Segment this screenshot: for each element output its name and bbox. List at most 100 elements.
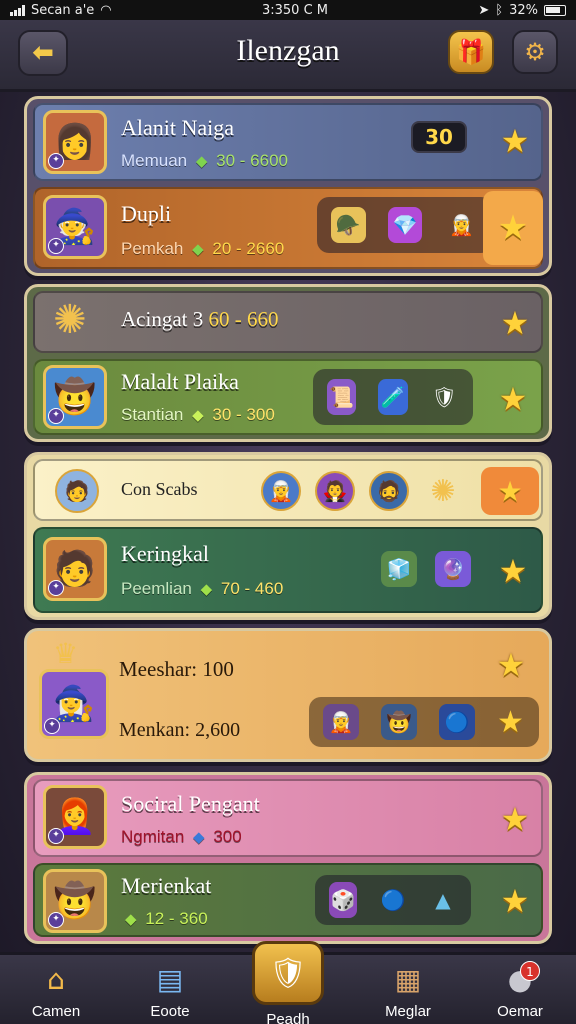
row-sub-range: 70 - 460 bbox=[220, 579, 284, 598]
wifi-icon: ◠ bbox=[100, 2, 112, 18]
box-item-icon[interactable]: 🎲 bbox=[329, 882, 357, 918]
row-title: Sociral Pengant bbox=[121, 791, 260, 816]
class-badge-icon: ✦ bbox=[44, 718, 60, 734]
quest-row[interactable]: 🧙 ✦ Dupli Pemkah ◆ 20 - 2660 🪖 💎 🧝 ★ bbox=[33, 187, 543, 269]
nav-item-meglar[interactable]: ▦ Meglar bbox=[358, 961, 458, 1021]
quest-row[interactable]: 🤠 ✦ Malalt Plaika Stantian ◆ 30 - 300 📜 🧪… bbox=[33, 359, 543, 435]
star-icon[interactable]: ★ bbox=[495, 799, 535, 839]
row-sub-range: 30 - 6600 bbox=[216, 151, 288, 170]
star-button[interactable]: ★ bbox=[481, 467, 539, 515]
cube-item-icon[interactable]: 🧊 bbox=[381, 551, 417, 587]
nav-label: Peadh bbox=[266, 1011, 310, 1024]
figure-item-icon[interactable]: 🧝 bbox=[444, 207, 479, 243]
class-badge-icon: ✦ bbox=[48, 580, 64, 596]
gem-icon: ◆ bbox=[125, 911, 137, 928]
shield-icon: 🛡 bbox=[252, 941, 324, 1005]
count-badge: 30 bbox=[411, 121, 467, 153]
quest-card-1: 👩 ✦ Alanit Naiga Memuan ◆ 30 - 6600 30 ★ … bbox=[24, 96, 552, 276]
row-sub-range: 20 - 2660 bbox=[212, 239, 285, 258]
class-badge-icon: ✦ bbox=[48, 408, 64, 424]
nav-item-camen[interactable]: ⌂ Camen bbox=[6, 961, 106, 1021]
hero-item-icon[interactable]: 🧝 bbox=[323, 704, 359, 740]
row-sub-label: Peemlian bbox=[121, 579, 192, 598]
star-icon[interactable]: ★ bbox=[493, 379, 533, 419]
row-sub: Ngmitan ◆ 300 bbox=[121, 827, 242, 847]
row-sub-range: 300 bbox=[213, 827, 242, 846]
row-sub: Stantian ◆ 30 - 300 bbox=[121, 405, 275, 425]
nav-item-oemar[interactable]: ● 1 Oemar bbox=[470, 961, 570, 1020]
nav-label: Oemar bbox=[497, 1003, 543, 1020]
quest-card-3: 🧑 Con Scabs 🧝 🧛 🧔 ✺ ★ 🧑 ✦ Keringkal Peeml… bbox=[24, 452, 552, 620]
star-icon[interactable]: ★ bbox=[493, 551, 533, 591]
scroll-item-icon[interactable]: 📜 bbox=[327, 379, 357, 415]
triangle-item-icon[interactable]: ▲ bbox=[429, 882, 457, 918]
header: ⬅ Ilenzgan 🎁 ⚙ bbox=[0, 20, 576, 92]
notification-badge: 1 bbox=[520, 961, 540, 981]
card-icon: ▤ bbox=[156, 962, 184, 996]
row-title: Alanit Naiga bbox=[121, 115, 235, 140]
orb-item-icon[interactable]: 🔵 bbox=[439, 704, 475, 740]
quest-row[interactable]: 👩 ✦ Alanit Naiga Memuan ◆ 30 - 6600 30 ★ bbox=[33, 103, 543, 181]
orb-item-icon[interactable]: 🔵 bbox=[379, 882, 407, 918]
quest-card-5: 👩‍🦰 ✦ Sociral Pengant Ngmitan ◆ 300 ★ 🤠 ✦ … bbox=[24, 772, 552, 944]
chest-button[interactable]: 🎁 bbox=[448, 30, 494, 74]
star-button[interactable]: ★ bbox=[483, 191, 543, 265]
quest-row[interactable]: 👩‍🦰 ✦ Sociral Pengant Ngmitan ◆ 300 ★ bbox=[33, 779, 543, 857]
battery-icon bbox=[544, 4, 566, 16]
quest-row[interactable]: ✺ Acingat 3 60 - 660 ★ bbox=[33, 291, 543, 353]
helmet-item-icon[interactable]: 🪖 bbox=[331, 207, 366, 243]
star-icon[interactable]: ★ bbox=[495, 303, 535, 343]
row-sub-label: Memuan bbox=[121, 151, 188, 170]
status-bar: Secan a'e ◠ 3:350 C M ➤ ᛒ 32% bbox=[0, 0, 576, 20]
star-icon[interactable]: ★ bbox=[495, 121, 535, 161]
sun-icon[interactable]: ✺ bbox=[423, 471, 463, 511]
class-badge-icon: ✦ bbox=[48, 912, 64, 928]
class-badge-icon: ✦ bbox=[48, 828, 64, 844]
star-icon[interactable]: ★ bbox=[497, 705, 524, 740]
hero-avatar: 👩‍🦰 ✦ bbox=[43, 785, 107, 849]
gear-icon: ⚙ bbox=[524, 38, 546, 66]
book-icon: ▦ bbox=[394, 962, 422, 996]
star-icon[interactable]: ★ bbox=[495, 881, 535, 921]
reward-tray: 🪖 💎 🧝 bbox=[317, 197, 493, 253]
row-title: Meeshar: 100 bbox=[119, 657, 234, 681]
hero-portrait-icon[interactable]: 🧝 bbox=[261, 471, 301, 511]
nav-item-eoote[interactable]: ▤ Eoote bbox=[120, 961, 220, 1021]
quest-card-4: 🧙‍♀️ ✦ ♛ Meeshar: 100 Menkan: 2,600 ★ 🧝 🤠… bbox=[24, 628, 552, 762]
crown-icon: ♛ bbox=[53, 637, 79, 670]
shield-item-icon[interactable]: 🛡 bbox=[430, 379, 459, 415]
row-title: Malalt Plaika bbox=[121, 369, 239, 394]
hero-avatar: 🧙‍♀️ ✦ bbox=[39, 669, 109, 739]
quest-row[interactable]: 🧑 Con Scabs 🧝 🧛 🧔 ✺ ★ bbox=[33, 459, 543, 521]
gem-icon: ◆ bbox=[192, 407, 204, 424]
row-title: Con Scabs bbox=[121, 479, 198, 499]
row-sub: Pemkah ◆ 20 - 2660 bbox=[121, 239, 284, 259]
hero-avatar: 👩 ✦ bbox=[43, 110, 107, 174]
row-sub-range: 30 - 300 bbox=[212, 405, 275, 424]
star-icon[interactable]: ★ bbox=[491, 645, 531, 685]
crystal-item-icon[interactable]: 🔮 bbox=[435, 551, 471, 587]
hero-roster: 🧝 🧛 🧔 ✺ bbox=[261, 471, 463, 511]
home-icon: ⌂ bbox=[47, 962, 65, 996]
row-sub: ◆ 12 - 360 bbox=[121, 909, 208, 929]
status-right: ➤ ᛒ 32% bbox=[478, 3, 566, 18]
row-range: 60 - 660 bbox=[208, 307, 279, 331]
quest-row[interactable]: 🧑 ✦ Keringkal Peemlian ◆ 70 - 460 🧊 🔮 ★ bbox=[33, 527, 543, 613]
nav-item-peadh[interactable]: 🛡 Peadh bbox=[238, 941, 338, 1024]
row-title: Merienkat bbox=[121, 873, 212, 898]
row-sub-label: Pemkah bbox=[121, 239, 184, 258]
gem-item-icon[interactable]: 💎 bbox=[387, 207, 423, 243]
settings-button[interactable]: ⚙ bbox=[512, 30, 558, 74]
bluetooth-icon: ᛒ bbox=[495, 2, 504, 18]
chest-icon: 🎁 bbox=[456, 38, 486, 66]
reward-tray: 🧝 🤠 🔵 ★ bbox=[309, 697, 539, 747]
gem-icon: ◆ bbox=[193, 829, 205, 846]
hero-item-icon[interactable]: 🤠 bbox=[381, 704, 417, 740]
hero-avatar: 🧙 ✦ bbox=[43, 195, 107, 259]
hero-portrait-icon[interactable]: 🧛 bbox=[315, 471, 355, 511]
row-title: Keringkal bbox=[121, 541, 209, 566]
hero-portrait-icon[interactable]: 🧔 bbox=[369, 471, 409, 511]
quest-row[interactable]: 🤠 ✦ Merienkat ◆ 12 - 360 🎲 🔵 ▲ ★ bbox=[33, 863, 543, 937]
hero-avatar: 🤠 ✦ bbox=[43, 365, 107, 429]
potion-item-icon[interactable]: 🧪 bbox=[378, 379, 408, 415]
